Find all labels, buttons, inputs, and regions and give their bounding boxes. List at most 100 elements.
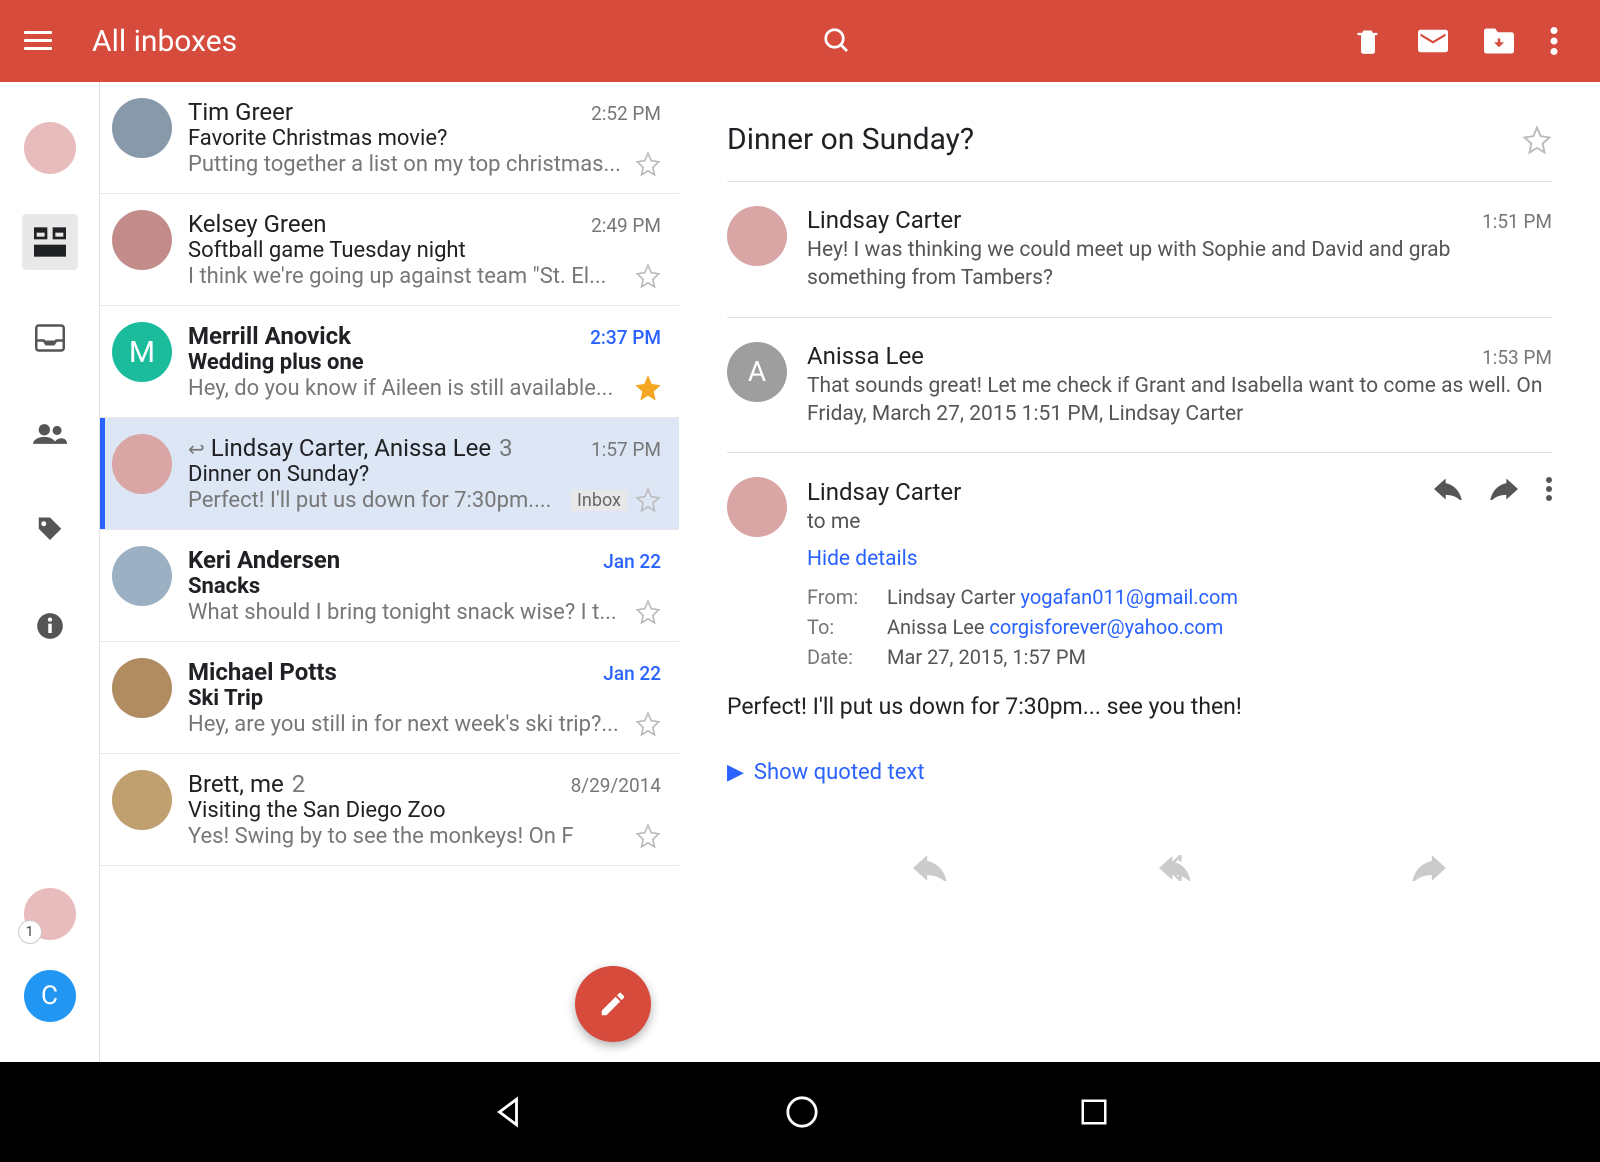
collapsed-message[interactable]: A Anissa Lee 1:53 PM That sounds great! … <box>727 318 1552 454</box>
thread-subject: Dinner on Sunday? <box>727 122 974 157</box>
sender-avatar[interactable] <box>727 206 787 266</box>
message-time: 2:49 PM <box>591 214 661 237</box>
to-email-link[interactable]: corgisforever@yahoo.com <box>989 615 1223 639</box>
hide-details-link[interactable]: Hide details <box>807 547 1552 571</box>
message-item[interactable]: Kelsey Green 2:49 PM Softball game Tuesd… <box>100 194 679 306</box>
message-snippet: Hey, are you still in for next week's sk… <box>188 712 627 737</box>
back-button[interactable] <box>491 1095 525 1129</box>
reply-icon[interactable] <box>1434 478 1462 500</box>
thread-count: 2 <box>292 770 306 798</box>
sender-avatar[interactable]: A <box>727 342 787 402</box>
message-item[interactable]: ↩ Lindsay Carter, Anissa Lee 3 1:57 PM D… <box>100 418 679 530</box>
social-icon[interactable] <box>22 406 78 462</box>
app-header: All inboxes <box>0 0 1600 82</box>
sender-avatar[interactable] <box>112 434 172 494</box>
message-subject: Visiting the San Diego Zoo <box>188 798 661 823</box>
from-email-link[interactable]: yogafan011@gmail.com <box>1021 585 1238 609</box>
sender-avatar[interactable] <box>112 98 172 158</box>
menu-icon[interactable] <box>24 31 52 51</box>
page-title: All inboxes <box>92 24 237 59</box>
message-snippet: Hey! I was thinking we could meet up wit… <box>807 236 1552 293</box>
search-icon[interactable] <box>822 26 852 56</box>
sender-avatar[interactable] <box>112 658 172 718</box>
message-time: 2:37 PM <box>590 326 661 349</box>
sender-name: Tim Greer <box>188 98 293 126</box>
compose-button[interactable] <box>575 966 651 1042</box>
message-subject: Ski Trip <box>188 686 661 711</box>
recents-button[interactable] <box>1079 1097 1109 1127</box>
show-quoted-link[interactable]: ▶Show quoted text <box>727 760 1552 785</box>
sender-name: Keri Andersen <box>188 546 340 574</box>
delete-icon[interactable] <box>1354 27 1382 55</box>
sender-name: Michael Potts <box>188 658 337 686</box>
message-details: From:Lindsay Carter yogafan011@gmail.com… <box>807 585 1552 669</box>
sender-avatar[interactable] <box>727 477 787 537</box>
inbox-label: Inbox <box>571 490 627 511</box>
message-item[interactable]: Brett, me 2 8/29/2014 Visiting the San D… <box>100 754 679 866</box>
message-snippet: I think we're going up against team "St.… <box>188 264 627 289</box>
mark-unread-icon[interactable] <box>1418 29 1448 53</box>
message-more-icon[interactable] <box>1546 477 1552 501</box>
info-icon[interactable] <box>22 598 78 654</box>
forward-button[interactable] <box>1412 855 1446 881</box>
message-time: 1:57 PM <box>591 438 661 461</box>
message-time: Jan 22 <box>603 550 661 573</box>
message-item[interactable]: Michael Potts Jan 22 Ski Trip Hey, are y… <box>100 642 679 754</box>
message-item[interactable]: Tim Greer 2:52 PM Favorite Christmas mov… <box>100 82 679 194</box>
account-avatar[interactable] <box>24 122 76 174</box>
promotions-icon[interactable] <box>22 502 78 558</box>
sender-avatar[interactable] <box>112 210 172 270</box>
reply-all-button[interactable] <box>1159 855 1199 881</box>
account-letter-avatar[interactable]: C <box>24 970 76 1022</box>
message-snippet: Hey, do you know if Aileen is still avai… <box>188 376 627 401</box>
inbox-icon[interactable] <box>22 310 78 366</box>
sender-name: Brett, me <box>188 770 284 798</box>
message-subject: Softball game Tuesday night <box>188 238 661 263</box>
message-list: Tim Greer 2:52 PM Favorite Christmas mov… <box>99 82 679 1062</box>
message-time: Jan 22 <box>603 662 661 685</box>
secondary-account-avatar[interactable] <box>24 888 76 940</box>
thread-count: 3 <box>499 434 513 462</box>
account-sidebar: C <box>0 82 99 1062</box>
sender-name: Kelsey Green <box>188 210 327 238</box>
more-icon[interactable] <box>1550 27 1558 55</box>
message-snippet: That sounds great! Let me check if Grant… <box>807 372 1552 429</box>
reply-button[interactable] <box>913 855 947 881</box>
expanded-message: Lindsay Carter to me Hide details From:L… <box>727 453 1552 904</box>
home-button[interactable] <box>785 1095 819 1129</box>
message-snippet: Putting together a list on my top christ… <box>188 152 627 177</box>
message-subject: Favorite Christmas movie? <box>188 126 661 151</box>
thread-star-icon[interactable] <box>1522 125 1552 155</box>
message-subject: Snacks <box>188 574 661 599</box>
sender-name: Lindsay Carter, Anissa Lee <box>211 434 491 462</box>
android-navbar <box>0 1062 1600 1162</box>
message-snippet: Yes! Swing by to see the monkeys! On F <box>188 824 627 849</box>
star-icon[interactable] <box>635 263 661 289</box>
forward-icon[interactable] <box>1490 478 1518 500</box>
star-icon[interactable] <box>635 599 661 625</box>
to-line: to me <box>807 508 1552 536</box>
all-inboxes-icon[interactable] <box>22 214 78 270</box>
sender-avatar[interactable]: M <box>112 322 172 382</box>
star-icon[interactable] <box>635 711 661 737</box>
star-icon[interactable] <box>635 823 661 849</box>
message-snippet: Perfect! I'll put us down for 7:30pm.... <box>188 488 565 513</box>
message-item[interactable]: M Merrill Anovick 2:37 PM Wedding plus o… <box>100 306 679 418</box>
star-icon[interactable] <box>635 487 661 513</box>
replied-icon: ↩ <box>188 437 205 461</box>
sender-name: Lindsay Carter <box>807 478 961 506</box>
sender-avatar[interactable] <box>112 546 172 606</box>
message-time: 8/29/2014 <box>571 774 661 797</box>
reading-pane: Dinner on Sunday? Lindsay Carter 1:51 PM… <box>679 82 1600 1062</box>
star-icon[interactable] <box>635 151 661 177</box>
message-subject: Dinner on Sunday? <box>188 462 661 487</box>
move-to-icon[interactable] <box>1484 28 1514 54</box>
star-icon[interactable] <box>635 375 661 401</box>
message-item[interactable]: Keri Andersen Jan 22 Snacks What should … <box>100 530 679 642</box>
message-time: 1:51 PM <box>1482 210 1552 233</box>
sender-name: Merrill Anovick <box>188 322 351 350</box>
message-time: 2:52 PM <box>591 102 661 125</box>
message-subject: Wedding plus one <box>188 350 661 375</box>
collapsed-message[interactable]: Lindsay Carter 1:51 PM Hey! I was thinki… <box>727 182 1552 318</box>
sender-avatar[interactable] <box>112 770 172 830</box>
